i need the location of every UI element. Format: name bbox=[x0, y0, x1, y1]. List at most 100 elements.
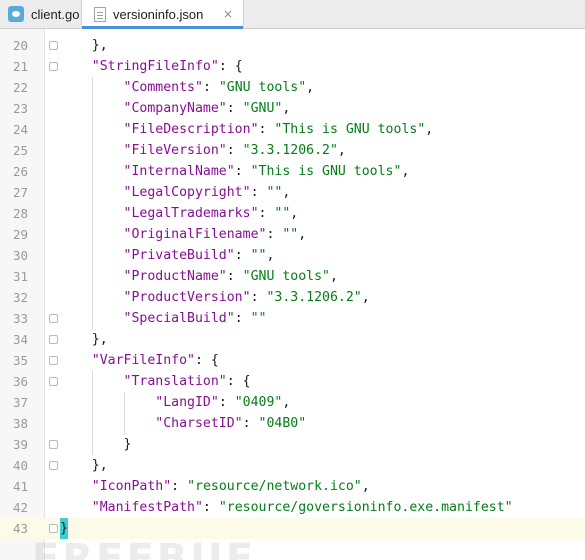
fold-marker-icon[interactable] bbox=[49, 335, 58, 344]
punctuation: , bbox=[298, 227, 307, 242]
fold-marker-icon[interactable] bbox=[49, 62, 58, 71]
code-text: "ProductName": "GNU tools", bbox=[60, 266, 338, 287]
punctuation: , bbox=[401, 164, 410, 179]
code-line[interactable]: 36 "Translation": { bbox=[0, 371, 585, 392]
punctuation: : { bbox=[218, 59, 243, 74]
punctuation: , bbox=[282, 185, 291, 200]
fold-marker-icon[interactable] bbox=[49, 524, 58, 533]
tab-versioninfo-json[interactable]: versioninfo.json × bbox=[82, 0, 244, 29]
fold-marker-icon[interactable] bbox=[49, 314, 58, 323]
code-text: "FileVersion": "3.3.1206.2", bbox=[60, 140, 346, 161]
code-line[interactable]: 35 "VarFileInfo": { bbox=[0, 350, 585, 371]
line-number: 37 bbox=[12, 395, 28, 410]
json-string-value: "resource/network.ico" bbox=[187, 479, 362, 494]
fold-marker-icon[interactable] bbox=[49, 461, 58, 470]
punctuation: : bbox=[250, 185, 267, 200]
code-line[interactable]: 20 }, bbox=[0, 35, 585, 56]
punctuation: : bbox=[242, 416, 259, 431]
punctuation bbox=[60, 353, 92, 368]
indent-guide bbox=[92, 77, 93, 329]
indent-guide bbox=[124, 392, 125, 434]
code-line[interactable]: 34 }, bbox=[0, 329, 585, 350]
close-tab-icon[interactable]: × bbox=[223, 8, 233, 20]
json-key: "CharsetID" bbox=[155, 416, 243, 431]
line-number: 40 bbox=[12, 458, 28, 473]
json-string-value: "This is GNU tools" bbox=[274, 122, 426, 137]
json-string-value: "0409" bbox=[234, 395, 283, 410]
code-line[interactable]: 41 "IconPath": "resource/network.ico", bbox=[0, 476, 585, 497]
punctuation: : bbox=[250, 290, 267, 305]
code-line[interactable]: 43} bbox=[0, 518, 585, 539]
json-key: "InternalName" bbox=[123, 164, 235, 179]
fold-marker-icon[interactable] bbox=[49, 41, 58, 50]
code-line[interactable]: 27 "LegalCopyright": "", bbox=[0, 182, 585, 203]
line-number: 28 bbox=[12, 206, 28, 221]
punctuation: : bbox=[226, 143, 243, 158]
tab-client-go[interactable]: client.go bbox=[0, 0, 82, 28]
tab-label: client.go bbox=[31, 6, 80, 22]
json-string-value: "GNU tools" bbox=[242, 269, 330, 284]
code-line[interactable]: 33 "SpecialBuild": "" bbox=[0, 308, 585, 329]
json-string-value: "resource/goversioninfo.exe.manifest" bbox=[218, 500, 513, 515]
line-number: 31 bbox=[12, 269, 28, 284]
punctuation: , bbox=[329, 269, 338, 284]
code-line[interactable]: 30 "PrivateBuild": "", bbox=[0, 245, 585, 266]
punctuation: , bbox=[290, 206, 299, 221]
json-key: "StringFileInfo" bbox=[91, 59, 219, 74]
line-number: 24 bbox=[12, 122, 28, 137]
code-line[interactable]: 32 "ProductVersion": "3.3.1206.2", bbox=[0, 287, 585, 308]
line-number: 35 bbox=[12, 353, 28, 368]
code-text: "ManifestPath": "resource/goversioninfo.… bbox=[60, 497, 513, 518]
punctuation: , bbox=[361, 479, 370, 494]
tab-label: versioninfo.json bbox=[113, 6, 204, 22]
code-line[interactable]: 38 "CharsetID": "04B0" bbox=[0, 413, 585, 434]
code-text: } bbox=[60, 518, 68, 539]
json-key: "Translation" bbox=[123, 374, 227, 389]
json-string-value: "GNU" bbox=[242, 101, 283, 116]
code-text: }, bbox=[60, 35, 108, 56]
json-file-icon bbox=[94, 6, 106, 22]
json-key: "LegalTrademarks" bbox=[123, 206, 259, 221]
json-key: "LangID" bbox=[155, 395, 219, 410]
code-line[interactable]: 42 "ManifestPath": "resource/goversionin… bbox=[0, 497, 585, 518]
punctuation: : { bbox=[194, 353, 219, 368]
code-line[interactable]: 29 "OriginalFilename": "", bbox=[0, 224, 585, 245]
fold-marker-icon[interactable] bbox=[49, 377, 58, 386]
code-line[interactable]: 37 "LangID": "0409", bbox=[0, 392, 585, 413]
code-text: "StringFileInfo": { bbox=[60, 56, 243, 77]
code-line[interactable]: 24 "FileDescription": "This is GNU tools… bbox=[0, 119, 585, 140]
go-file-icon bbox=[8, 6, 24, 22]
line-number: 33 bbox=[12, 311, 28, 326]
punctuation: , bbox=[266, 248, 275, 263]
code-line[interactable]: 39 } bbox=[0, 434, 585, 455]
json-key: "FileDescription" bbox=[123, 122, 259, 137]
json-key: "OriginalFilename" bbox=[123, 227, 267, 242]
indent-guide bbox=[92, 371, 93, 455]
code-text: }, bbox=[60, 455, 108, 476]
code-line[interactable]: 28 "LegalTrademarks": "", bbox=[0, 203, 585, 224]
code-line[interactable]: 26 "InternalName": "This is GNU tools", bbox=[0, 161, 585, 182]
fold-marker-icon[interactable] bbox=[49, 356, 58, 365]
line-number: 30 bbox=[12, 248, 28, 263]
code-line[interactable]: 25 "FileVersion": "3.3.1206.2", bbox=[0, 140, 585, 161]
code-line[interactable]: 22 "Comments": "GNU tools", bbox=[0, 77, 585, 98]
code-text: "CharsetID": "04B0" bbox=[60, 413, 306, 434]
code-line[interactable]: 21 "StringFileInfo": { bbox=[0, 56, 585, 77]
code-line[interactable]: 23 "CompanyName": "GNU", bbox=[0, 98, 585, 119]
punctuation bbox=[60, 395, 155, 410]
code-line[interactable]: 31 "ProductName": "GNU tools", bbox=[0, 266, 585, 287]
punctuation bbox=[60, 479, 92, 494]
json-key: "FileVersion" bbox=[123, 143, 227, 158]
fold-marker-icon[interactable] bbox=[49, 440, 58, 449]
json-key: "IconPath" bbox=[91, 479, 172, 494]
json-key: "PrivateBuild" bbox=[123, 248, 235, 263]
json-string-value: "" bbox=[274, 206, 291, 221]
json-key: "ProductName" bbox=[123, 269, 227, 284]
json-key: "VarFileInfo" bbox=[91, 353, 195, 368]
punctuation: } bbox=[60, 437, 132, 452]
json-string-value: "04B0" bbox=[258, 416, 307, 431]
code-editor[interactable]: 20 }, 21 "StringFileInfo": {22 "Comments"… bbox=[0, 29, 585, 560]
punctuation: : bbox=[234, 164, 251, 179]
code-line[interactable]: 40 }, bbox=[0, 455, 585, 476]
punctuation bbox=[60, 500, 92, 515]
